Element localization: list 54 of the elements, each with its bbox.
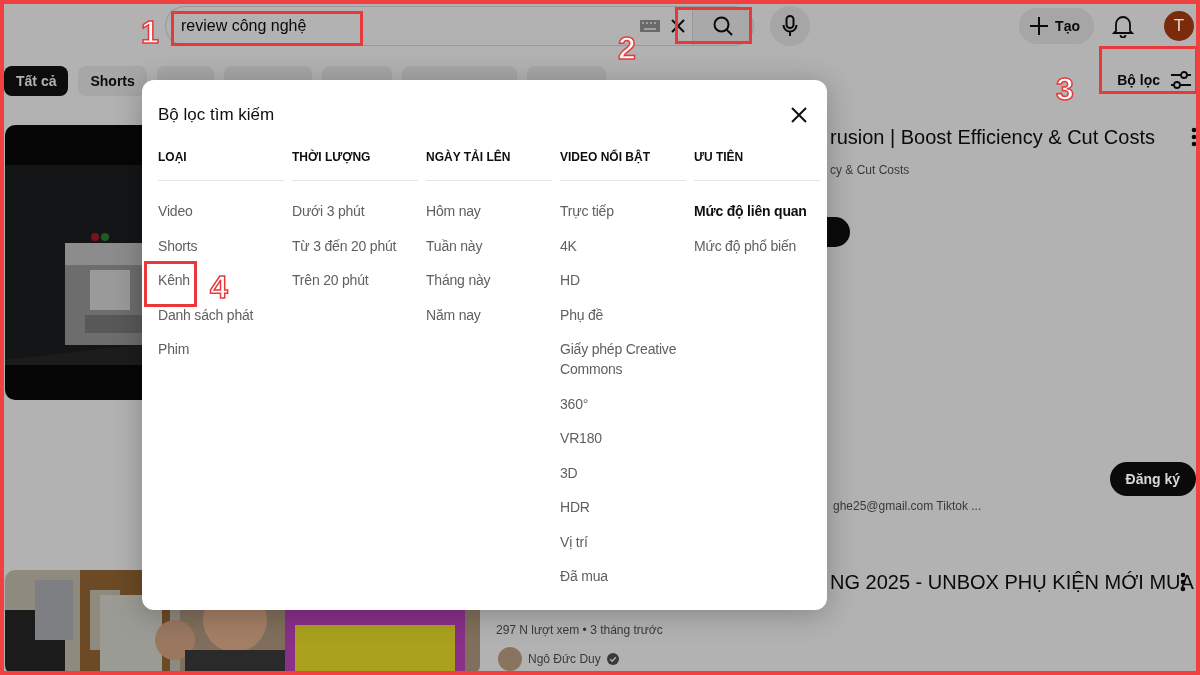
clear-icon[interactable] xyxy=(670,18,686,34)
filter-option[interactable]: Tuần này xyxy=(426,228,483,263)
microphone-button[interactable] xyxy=(770,6,810,46)
dialog-title: Bộ lọc tìm kiếm xyxy=(158,105,275,125)
channel-description: ghe25@gmail.com Tiktok ... xyxy=(833,499,982,513)
filter-option[interactable]: Phụ đề xyxy=(560,297,604,332)
keyboard-icon xyxy=(640,20,660,32)
create-button[interactable]: Tạo xyxy=(1019,8,1094,44)
filter-option[interactable]: HDR xyxy=(560,490,590,525)
filter-option[interactable]: Từ 3 đến 20 phút xyxy=(292,228,397,263)
filter-option[interactable]: 3D xyxy=(560,455,578,490)
filter-option[interactable]: Mức độ phổ biến xyxy=(694,228,797,263)
filter-option[interactable]: Hôm nay xyxy=(426,194,481,229)
sliders-icon xyxy=(1170,70,1192,90)
filter-option[interactable]: Video xyxy=(158,194,193,229)
filter-option[interactable]: Dưới 3 phút xyxy=(292,194,365,229)
filter-option[interactable]: HD xyxy=(560,263,580,298)
annotation-number: 4 xyxy=(210,270,228,304)
filter-option[interactable]: 4K xyxy=(560,228,577,263)
group-heading: NGÀY TẢI LÊN xyxy=(426,147,552,181)
group-heading: VIDEO NỔI BẬT xyxy=(560,147,686,181)
group-heading: ƯU TIÊN xyxy=(694,147,820,181)
filter-option[interactable]: Trực tiếp xyxy=(560,194,614,229)
filter-option[interactable]: Tháng này xyxy=(426,263,491,298)
avatar[interactable]: T xyxy=(1164,11,1194,41)
filter-option[interactable]: Trên 20 phút xyxy=(292,263,369,298)
annotation-number: 1 xyxy=(141,15,159,49)
filter-chip[interactable]: Shorts xyxy=(78,66,147,96)
filter-option[interactable]: Kênh xyxy=(158,263,190,298)
filter-option[interactable]: Mức độ liên quan xyxy=(694,194,807,229)
filter-option[interactable]: Đã mua xyxy=(560,559,608,594)
annotation-number: 3 xyxy=(1056,72,1074,106)
group-heading: THỜI LƯỢNG xyxy=(292,147,418,181)
plus-icon xyxy=(1029,16,1050,36)
video-description: cy & Cut Costs xyxy=(829,163,910,177)
filter-chip[interactable]: Tất cả xyxy=(4,66,69,96)
bell-icon[interactable] xyxy=(1112,14,1134,38)
group-heading: LOẠI xyxy=(158,147,284,181)
annotation-box xyxy=(144,261,197,307)
filter-option[interactable]: Năm nay xyxy=(426,297,481,332)
search-icon xyxy=(712,15,734,37)
channel-name[interactable]: Ngô Đức Duy xyxy=(528,652,601,666)
filter-button[interactable]: Bộ lọc xyxy=(1117,70,1192,90)
video-meta: 297 N lượt xem • 3 tháng trước xyxy=(496,623,663,637)
subscribe-button[interactable]: Đăng ký xyxy=(1109,462,1196,496)
more-icon[interactable] xyxy=(1191,127,1197,147)
filter-option[interactable]: Phim xyxy=(158,332,190,367)
filter-option[interactable]: 360° xyxy=(560,386,589,421)
filter-option[interactable]: VR180 xyxy=(560,421,602,456)
microphone-icon xyxy=(782,15,798,37)
filter-option[interactable]: Giấy phép Creative Commons xyxy=(560,332,686,387)
filter-option[interactable]: Shorts xyxy=(158,228,198,263)
close-icon[interactable] xyxy=(790,106,808,124)
filter-option[interactable]: Vị trí xyxy=(560,524,588,559)
